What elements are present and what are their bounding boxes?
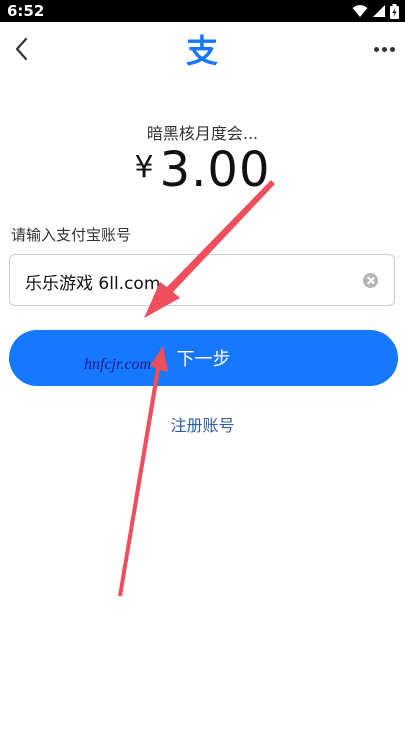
clear-icon[interactable] (363, 273, 378, 288)
watermark-text: hnfcjr.com (84, 356, 152, 373)
next-button[interactable]: 下一步 (9, 330, 398, 386)
payment-amount: ¥3.00 (0, 142, 405, 198)
more-dots-icon[interactable] (371, 34, 397, 64)
account-input-box[interactable] (9, 254, 395, 307)
more-dot (373, 46, 379, 52)
alipay-logo-icon: 支 (186, 32, 218, 70)
currency-symbol: ¥ (134, 150, 154, 185)
signal-icon (373, 5, 385, 17)
merchant-name: 暗黑核月度会... (146, 124, 259, 143)
status-icons (352, 3, 399, 19)
more-dot (389, 46, 395, 52)
chevron-left-icon[interactable] (10, 34, 36, 64)
nav-bar: 支 (0, 22, 405, 76)
wifi-icon (352, 5, 368, 17)
account-label: 请输入支付宝账号 (11, 226, 132, 244)
logo-char: 支 (186, 32, 218, 70)
register-link[interactable]: 注册账号 (0, 412, 405, 436)
more-dot (381, 46, 387, 52)
amount-value: 3.00 (159, 142, 271, 198)
battery-icon (390, 3, 399, 19)
status-time: 6:52 (7, 2, 45, 20)
account-input[interactable] (23, 255, 357, 307)
status-bar: 6:52 (0, 0, 405, 22)
